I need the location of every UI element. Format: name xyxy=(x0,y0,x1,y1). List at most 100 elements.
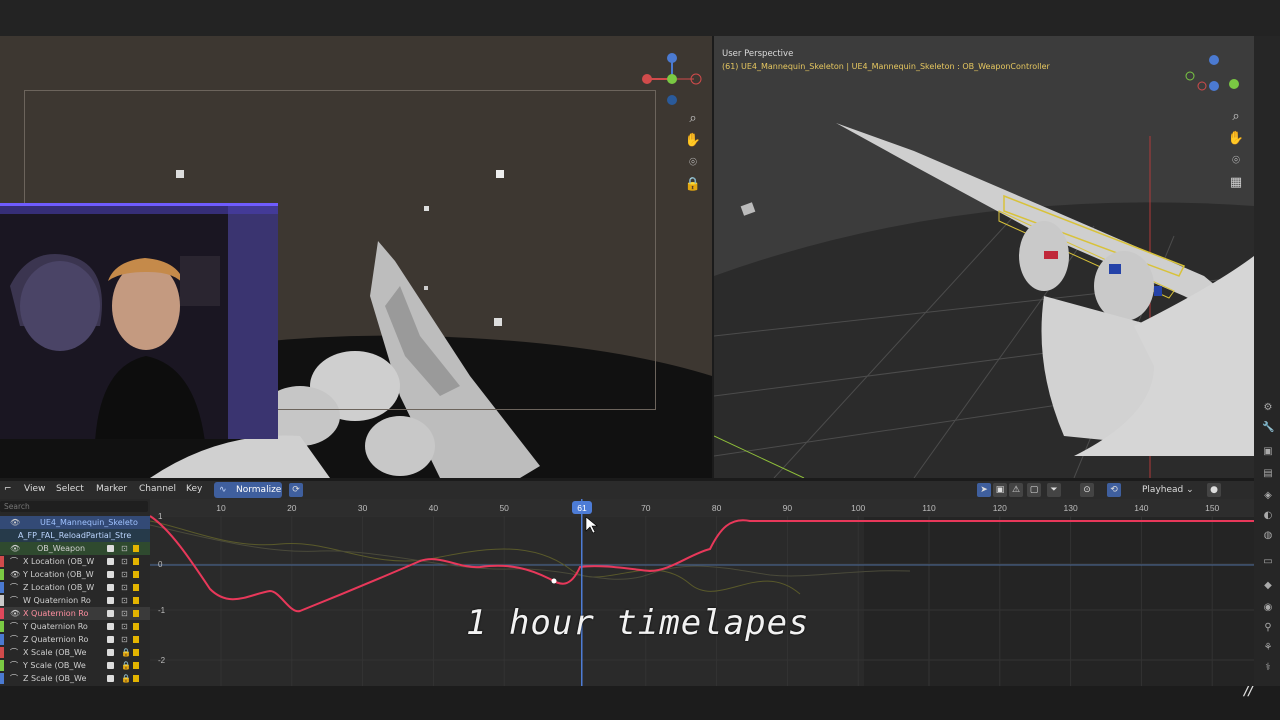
color-swatch xyxy=(133,597,139,604)
pivot-icon[interactable]: ⊙ xyxy=(1080,483,1094,497)
menu-select[interactable]: Select xyxy=(56,484,84,494)
lock-icon[interactable]: 🔒 xyxy=(121,672,131,685)
scene-icon[interactable]: ◈ xyxy=(1262,490,1274,502)
lock-icon[interactable]: ⊡ xyxy=(121,568,128,581)
render-icon[interactable]: ▣ xyxy=(1262,446,1274,458)
frame-icon[interactable]: ▢ xyxy=(1027,483,1041,497)
pan-hand-icon[interactable]: ✋ xyxy=(684,132,702,150)
graph-editor-header: ⌐ View Select Marker Channel Key ∿ Norma… xyxy=(0,481,1254,499)
eye-icon[interactable]: ⌒ xyxy=(10,633,18,646)
object-icon[interactable]: ▭ xyxy=(1262,556,1274,568)
channel-checkbox[interactable] xyxy=(107,584,114,591)
menu-marker[interactable]: Marker xyxy=(96,484,127,494)
world-icon[interactable]: ◐ xyxy=(1262,510,1274,522)
eye-icon[interactable]: ⌒ xyxy=(10,594,18,607)
lock-icon[interactable]: ⊡ xyxy=(121,607,128,620)
channel-search-input[interactable]: Search xyxy=(0,501,148,512)
eye-icon[interactable]: ⌒ xyxy=(10,672,18,685)
viewport-scene-3d xyxy=(714,55,1254,478)
menu-key[interactable]: Key xyxy=(186,484,202,494)
eye-icon[interactable]: ⌒ xyxy=(10,555,18,568)
channel-checkbox[interactable] xyxy=(107,636,114,643)
lock-icon[interactable]: ⊡ xyxy=(121,594,128,607)
zoom-icon[interactable]: ⌕ xyxy=(684,110,702,128)
channel-checkbox[interactable] xyxy=(107,597,114,604)
channel-group[interactable]: 👁 OB_Weapon ⊡ xyxy=(0,542,150,555)
constraint-icon[interactable]: ⚲ xyxy=(1262,622,1274,634)
modifier-icon[interactable]: ◆ xyxy=(1262,580,1274,592)
channel-color-mark xyxy=(0,634,4,645)
lock-icon[interactable]: 🔒 xyxy=(684,176,702,194)
physics-icon[interactable]: ◉ xyxy=(1262,602,1274,614)
channel-color-mark xyxy=(0,595,4,606)
eye-icon[interactable]: 👁 xyxy=(10,516,20,529)
ruler-labels: 10 20 30 40 50 70 80 90 100 110 120 130 140 150 xyxy=(216,503,1219,513)
navigation-gizmo[interactable] xyxy=(632,48,702,108)
channel-fcurve[interactable]: ⌒ Y Quaternion Ro ⊡ xyxy=(0,620,150,633)
channel-action[interactable]: A_FP_FAL_ReloadPartial_Stre xyxy=(0,529,150,542)
lock-icon[interactable]: ⊡ xyxy=(121,555,128,568)
channel-color-mark xyxy=(0,608,4,619)
grid-icon[interactable]: ▦ xyxy=(1227,174,1245,192)
lock-icon[interactable]: ⊡ xyxy=(121,633,128,646)
color-swatch xyxy=(133,571,139,578)
globe-icon[interactable]: ◍ xyxy=(1262,530,1274,542)
data-icon[interactable]: ⚘ xyxy=(1262,642,1274,654)
lock-icon[interactable]: ⊡ xyxy=(121,620,128,633)
channel-fcurve[interactable]: ⌒ Z Quaternion Ro ⊡ xyxy=(0,633,150,646)
channel-fcurve[interactable]: 👁 Y Location (OB_W ⊡ xyxy=(0,568,150,581)
eye-icon[interactable]: ⌒ xyxy=(10,646,18,659)
eye-icon[interactable]: ⌒ xyxy=(10,659,18,672)
tool-icon[interactable]: ⚙ xyxy=(1262,402,1274,414)
channel-checkbox[interactable] xyxy=(107,623,114,630)
filter-visible-icon[interactable]: ▣ xyxy=(993,483,1007,497)
eye-icon[interactable]: ⌒ xyxy=(10,620,18,633)
wrench-icon[interactable]: 🔧 xyxy=(1262,422,1274,434)
auto-snap-icon[interactable]: ⟲ xyxy=(1107,483,1121,497)
channel-fcurve[interactable]: ⌒ Z Location (OB_W ⊡ xyxy=(0,581,150,594)
camera-icon[interactable]: ⌾ xyxy=(1227,152,1245,170)
perspective-viewport[interactable]: User Perspective (61) UE4_Mannequin_Skel… xyxy=(714,36,1254,478)
eye-icon[interactable]: ⌒ xyxy=(10,581,18,594)
channel-fcurve[interactable]: ⌒ W Quaternion Ro ⊡ xyxy=(0,594,150,607)
channel-checkbox[interactable] xyxy=(107,662,114,669)
channel-fcurve[interactable]: ⌒ Y Scale (OB_We 🔒 xyxy=(0,659,150,672)
lock-icon[interactable]: 🔒 xyxy=(121,646,131,659)
channel-checkbox[interactable] xyxy=(107,571,114,578)
lock-icon[interactable]: ⊡ xyxy=(121,581,128,594)
channel-checkbox[interactable] xyxy=(107,558,114,565)
snap-to-dropdown[interactable]: Playhead ⌄ xyxy=(1142,483,1202,497)
fcurve-plot[interactable]: 10 20 30 40 50 70 80 90 100 110 120 130 140 150 10-1-… xyxy=(150,499,1254,686)
zoom-icon[interactable]: ⌕ xyxy=(1227,108,1245,126)
proportional-icon[interactable]: ● xyxy=(1207,483,1221,497)
channel-fcurve-active[interactable]: 👁 X Quaternion Ro ⊡ xyxy=(0,607,150,620)
channel-checkbox[interactable] xyxy=(107,545,114,552)
channel-object[interactable]: 👁 UE4_Mannequin_Skeleto xyxy=(0,516,150,529)
warning-icon[interactable]: ⚠ xyxy=(1009,483,1023,497)
snap-to-label: Playhead xyxy=(1142,485,1184,495)
menu-channel[interactable]: Channel xyxy=(139,484,176,494)
graph-area[interactable]: 10 20 30 40 50 70 80 90 100 110 120 130 140 150 1 0 -1-… xyxy=(150,499,1254,686)
bone-icon[interactable]: ⚕ xyxy=(1262,662,1274,674)
normalize-toggle[interactable]: ∿ Normalize xyxy=(214,482,282,498)
menu-view[interactable]: View xyxy=(24,484,45,494)
eye-icon[interactable]: 👁 xyxy=(10,568,20,581)
refresh-icon[interactable]: ⟳ xyxy=(289,483,303,497)
lock-icon[interactable]: ⊡ xyxy=(121,542,128,555)
channel-checkbox[interactable] xyxy=(107,675,114,682)
lock-icon[interactable]: 🔒 xyxy=(121,659,131,672)
eye-icon[interactable]: 👁 xyxy=(10,607,20,620)
editor-type-icon[interactable]: ⌐ xyxy=(4,484,12,494)
channel-checkbox[interactable] xyxy=(107,649,114,656)
select-tool-icon[interactable]: ➤ xyxy=(977,483,991,497)
output-icon[interactable]: ▤ xyxy=(1262,468,1274,480)
channel-fcurve[interactable]: ⌒ X Location (OB_W ⊡ xyxy=(0,555,150,568)
channel-checkbox[interactable] xyxy=(107,610,114,617)
eye-icon[interactable]: 👁 xyxy=(10,542,20,555)
channel-fcurve[interactable]: ⌒ X Scale (OB_We 🔒 xyxy=(0,646,150,659)
pan-hand-icon[interactable]: ✋ xyxy=(1227,130,1245,148)
ruler-tick-label: 120 xyxy=(993,503,1007,513)
camera-icon[interactable]: ⌾ xyxy=(684,154,702,172)
filter-icon[interactable]: ⏷ xyxy=(1047,483,1061,497)
channel-fcurve[interactable]: ⌒ Z Scale (OB_We 🔒 xyxy=(0,672,150,685)
